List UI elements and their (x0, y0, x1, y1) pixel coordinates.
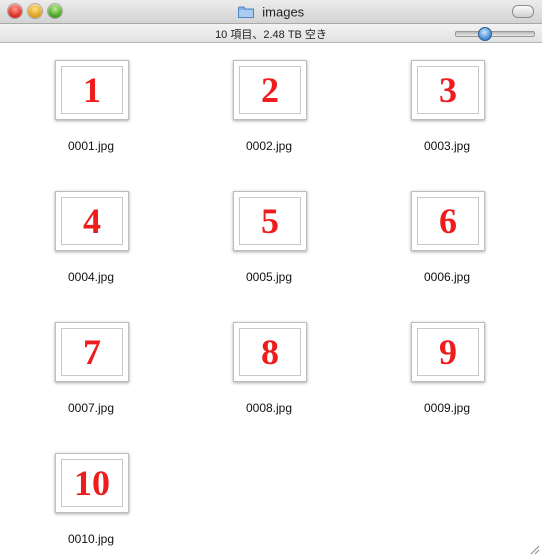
thumbnail-image[interactable]: 8 (233, 322, 307, 382)
thumbnail-number: 10 (74, 463, 110, 503)
thumbnail-number: 2 (261, 70, 279, 110)
thumbnail-image[interactable]: 6 (411, 191, 485, 251)
thumbnail-number: 1 (83, 70, 101, 110)
thumbnail-image[interactable]: 5 (233, 191, 307, 251)
file-grid: 1 0001.jpg 2 0002.jpg 3 0003.jpg 4 0004.… (0, 43, 542, 557)
folder-icon (237, 6, 254, 18)
file-name[interactable]: 0008.jpg (195, 401, 343, 415)
thumbnail-image[interactable]: 4 (55, 191, 129, 251)
file-name[interactable]: 0003.jpg (373, 139, 521, 153)
thumbnail-image[interactable]: 1 (55, 60, 129, 120)
thumbnail-image[interactable]: 2 (233, 60, 307, 120)
thumbnail-number: 6 (439, 201, 457, 241)
thumbnail-number: 4 (83, 201, 101, 241)
thumbnail-number: 9 (439, 332, 457, 372)
file-name[interactable]: 0004.jpg (17, 270, 165, 284)
title-bar[interactable]: images (0, 0, 542, 24)
file-name[interactable]: 0002.jpg (195, 139, 343, 153)
icon-size-slider[interactable] (455, 31, 535, 37)
window-title-group: images (0, 3, 542, 20)
thumbnail-number: 3 (439, 70, 457, 110)
file-name[interactable]: 0010.jpg (17, 532, 165, 546)
file-name[interactable]: 0006.jpg (373, 270, 521, 284)
thumbnail-image[interactable]: 7 (55, 322, 129, 382)
resize-grip-icon[interactable] (528, 543, 540, 555)
file-name[interactable]: 0009.jpg (373, 401, 521, 415)
file-name[interactable]: 0001.jpg (17, 139, 165, 153)
thumbnail-number: 7 (83, 332, 101, 372)
window-title: images (262, 4, 305, 20)
thumbnail-number: 8 (261, 332, 279, 372)
thumbnail-image[interactable]: 10 (55, 453, 129, 513)
icon-size-slider-knob[interactable] (478, 27, 493, 41)
file-name[interactable]: 0007.jpg (17, 401, 165, 415)
thumbnail-image[interactable]: 3 (411, 60, 485, 120)
file-name[interactable]: 0005.jpg (195, 270, 343, 284)
thumbnail-number: 5 (261, 201, 279, 241)
status-bar: 10 項目、2.48 TB 空き (0, 24, 542, 43)
thumbnail-image[interactable]: 9 (411, 322, 485, 382)
toolbar-toggle-button[interactable] (512, 5, 534, 18)
